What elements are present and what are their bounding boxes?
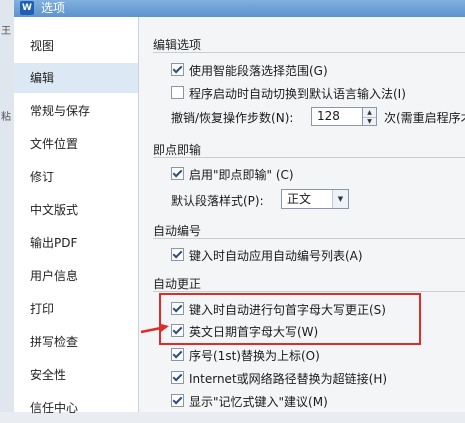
window-title: 选项	[41, 1, 66, 15]
checkbox-unchecked[interactable]	[171, 86, 184, 99]
sidebar-item-chinese-layout[interactable]: 中文版式	[14, 195, 138, 225]
sidebar-item-spellcheck[interactable]: 拼写检查	[14, 327, 138, 357]
undo-steps-spinner: ▲ ▼	[363, 107, 377, 126]
sidebar-item-trust-center[interactable]: 信任中心	[14, 393, 138, 423]
wps-app-icon: W	[20, 1, 34, 15]
title-bar[interactable]: W 选项	[14, 0, 465, 18]
options-dialog: W 选项 视图 编辑 常规与保存 文件位置 修订 中文版式 输出PDF 用户信息…	[14, 0, 465, 415]
sidebar-item-security[interactable]: 安全性	[14, 360, 138, 390]
section-title-autocorrect: 自动更正	[153, 277, 202, 291]
checkbox-checked[interactable]	[171, 348, 184, 361]
checkbox-checked[interactable]	[171, 394, 184, 407]
auto-numbering-list-option[interactable]: 键入时自动应用自动编号列表(A)	[171, 246, 363, 264]
default-paragraph-style-select[interactable]: 正文 ▼	[281, 189, 349, 209]
smart-paragraph-select-option[interactable]: 使用智能段落选择范围(G)	[171, 61, 328, 79]
background-glyph: 粘	[1, 112, 11, 123]
option-label: 显示"记忆式键入"建议(M)	[189, 394, 328, 409]
option-label: 启用"即点即输" (C)	[189, 167, 294, 182]
option-label: 使用智能段落选择范围(G)	[189, 63, 328, 78]
sidebar-item-print[interactable]: 打印	[14, 294, 138, 324]
sidebar-item-file-location[interactable]: 文件位置	[14, 129, 138, 159]
undo-steps-suffix: 次(需重启程序才能	[384, 111, 465, 125]
chevron-down-icon[interactable]: ▼	[332, 190, 348, 208]
memory-suggest-option[interactable]: 显示"记忆式键入"建议(M)	[171, 392, 328, 410]
red-highlight-box	[159, 293, 421, 345]
section-divider	[153, 157, 465, 158]
checkbox-checked[interactable]	[171, 248, 184, 261]
undo-steps-label: 撤销/恢复操作步数(N):	[171, 111, 294, 125]
auto-switch-ime-option[interactable]: 程序启动时自动切换到默认语言输入法(I)	[171, 84, 406, 102]
enable-click-and-type-option[interactable]: 启用"即点即输" (C)	[171, 165, 294, 183]
checkbox-checked[interactable]	[171, 167, 184, 180]
checkbox-checked[interactable]	[171, 371, 184, 384]
spin-down-icon[interactable]: ▼	[363, 117, 376, 126]
sidebar-item-general-save[interactable]: 常规与保存	[14, 96, 138, 126]
option-label: 序号(1st)替换为上标(O)	[189, 348, 320, 363]
option-label: 程序启动时自动切换到默认语言输入法(I)	[189, 86, 406, 101]
background-window-edge: 王 粘	[0, 0, 15, 412]
section-divider	[153, 238, 465, 239]
section-divider	[153, 52, 465, 53]
section-title-click-and-type: 即点即输	[153, 143, 202, 157]
option-label: 键入时自动应用自动编号列表(A)	[189, 248, 363, 263]
select-value: 正文	[287, 192, 312, 206]
checkbox-checked[interactable]	[171, 63, 184, 76]
red-arrow-icon	[140, 323, 169, 334]
undo-steps-input[interactable]: 128	[311, 107, 363, 126]
sidebar-item-edit[interactable]: 编辑	[14, 63, 138, 93]
option-label: Internet或网络路径替换为超链接(H)	[189, 371, 388, 386]
default-paragraph-style-label: 默认段落样式(P):	[171, 194, 264, 208]
background-glyph: 王	[1, 26, 11, 37]
section-title-edit-options: 编辑选项	[153, 38, 202, 52]
section-divider	[153, 291, 465, 292]
hyperlink-replace-option[interactable]: Internet或网络路径替换为超链接(H)	[171, 369, 387, 387]
sidebar-item-user-info[interactable]: 用户信息	[14, 261, 138, 291]
section-title-auto-numbering: 自动编号	[153, 224, 202, 238]
options-sidebar: 视图 编辑 常规与保存 文件位置 修订 中文版式 输出PDF 用户信息 打印 拼…	[14, 17, 139, 415]
sidebar-item-revision[interactable]: 修订	[14, 162, 138, 192]
sidebar-item-export-pdf[interactable]: 输出PDF	[14, 228, 138, 258]
ordinal-superscript-option[interactable]: 序号(1st)替换为上标(O)	[171, 346, 320, 364]
options-content-panel: 编辑选项 使用智能段落选择范围(G) 程序启动时自动切换到默认语言输入法(I) …	[139, 17, 465, 412]
sidebar-item-view[interactable]: 视图	[14, 31, 138, 61]
